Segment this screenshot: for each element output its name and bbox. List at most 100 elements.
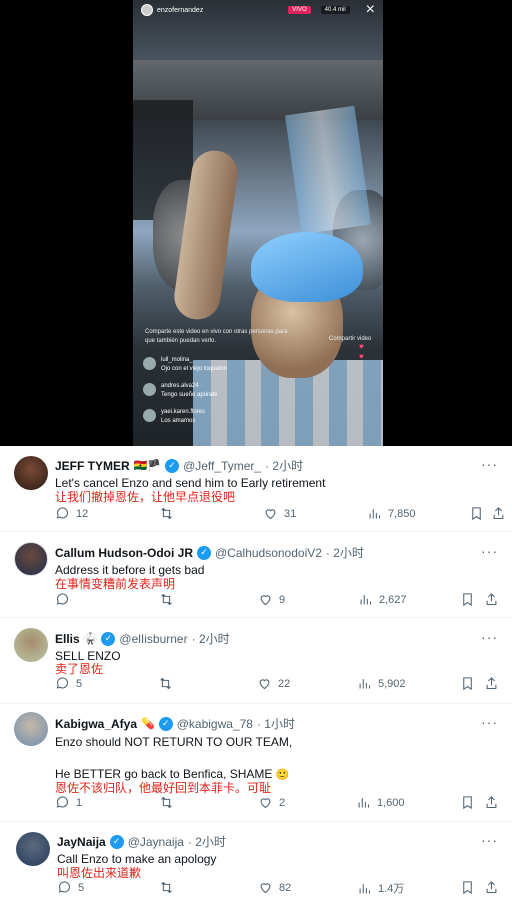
like-button[interactable]: 31 xyxy=(263,506,296,521)
avatar[interactable] xyxy=(14,712,48,746)
reply-button[interactable]: 5 xyxy=(57,880,84,895)
display-name[interactable]: JayNaija xyxy=(57,835,106,849)
views-button[interactable]: 2,627 xyxy=(358,592,407,607)
avatar[interactable] xyxy=(16,832,50,866)
like-button[interactable]: 2 xyxy=(258,795,285,810)
view-count: 2,627 xyxy=(379,593,407,606)
handle[interactable]: @kabigwa_78 xyxy=(177,717,253,731)
retweet-icon xyxy=(161,507,172,520)
avatar[interactable] xyxy=(14,628,48,662)
share-video-button[interactable]: Compartir video xyxy=(329,336,371,342)
chinese-translation: 恩佐不该归队，他最好回到本菲卡。可耻 xyxy=(55,781,272,795)
handle[interactable]: @Jeff_Tymer_ xyxy=(183,459,261,473)
tweet[interactable]: JEFF TYMER 🇬🇭🏴 ✓ @Jeff_Tymer_ · 2小时 ··· … xyxy=(0,446,512,532)
tweet[interactable]: Ellis 🥋 ✓ @elIisburner · 2小时 ··· SELL EN… xyxy=(0,618,512,704)
tweet-actions: 1 2 1,600 xyxy=(55,795,500,813)
more-options-icon[interactable]: ··· xyxy=(481,832,498,848)
share-icon xyxy=(486,677,497,690)
tweet[interactable]: Kabigwa_Afya 💊 ✓ @kabigwa_78 · 1小时 ··· E… xyxy=(0,704,512,822)
more-options-icon[interactable]: ··· xyxy=(481,543,498,559)
handle[interactable]: @CalhudsonodoiV2 xyxy=(215,546,322,560)
avatar[interactable] xyxy=(14,542,48,576)
live-badge: VIVO xyxy=(288,6,311,14)
live-header: enzofernandez VIVO 40.4 mil × xyxy=(133,0,383,20)
views-button[interactable]: 5,902 xyxy=(357,676,406,691)
reply-button[interactable]: 5 xyxy=(55,676,82,691)
share-button[interactable] xyxy=(484,795,499,810)
reply-count: 1 xyxy=(76,796,83,809)
display-name[interactable]: Ellis xyxy=(55,632,80,646)
like-count: 2 xyxy=(279,796,286,809)
viewer-count: 40.4 mil xyxy=(320,6,350,14)
comment-text: Ojo con el viejo toqueton xyxy=(161,366,228,372)
live-comment: lull_molina_ Ojo con el viejo toqueton xyxy=(143,356,303,374)
share-button[interactable] xyxy=(491,506,506,521)
share-button[interactable] xyxy=(484,676,499,691)
reply-button[interactable]: 12 xyxy=(55,506,88,521)
views-button[interactable]: 1,600 xyxy=(356,795,405,810)
like-button[interactable]: 82 xyxy=(258,880,291,895)
share-prompt: Comparte este video en vivo con otras pe… xyxy=(145,329,288,344)
bookmark-button[interactable] xyxy=(460,676,475,691)
display-name[interactable]: Kabigwa_Afya xyxy=(55,717,137,731)
more-options-icon[interactable]: ··· xyxy=(481,629,498,645)
heart-icon xyxy=(260,595,271,606)
more-options-icon[interactable]: ··· xyxy=(481,714,498,730)
views-button[interactable]: 7,850 xyxy=(367,506,416,521)
share-icon xyxy=(486,796,497,809)
views-icon xyxy=(360,595,372,605)
video-frame[interactable]: enzofernandez VIVO 40.4 mil × Comparte e… xyxy=(133,0,383,446)
reply-count: 12 xyxy=(76,507,89,520)
bookmark-icon xyxy=(472,507,481,521)
display-name[interactable]: JEFF TYMER xyxy=(55,459,130,473)
display-name[interactable]: Callum Hudson-Odoi JR xyxy=(55,546,193,560)
timestamp[interactable]: · 2小时 xyxy=(265,457,303,474)
retweet-button[interactable] xyxy=(158,676,173,691)
bookmark-button[interactable] xyxy=(460,795,475,810)
comment-text: Los amamos xyxy=(161,418,196,424)
retweet-button[interactable] xyxy=(159,880,174,895)
tweet-actions: 5 22 5,902 xyxy=(55,676,500,694)
retweet-icon xyxy=(160,677,171,690)
tweet-actions: 5 82 1.4万 xyxy=(57,880,502,898)
avatar[interactable] xyxy=(14,456,48,490)
comment-user: yaei.karen.flores xyxy=(161,409,206,415)
handle[interactable]: @elIisburner xyxy=(119,632,187,646)
timestamp[interactable]: · 2小时 xyxy=(188,833,226,850)
bookmark-button[interactable] xyxy=(460,880,475,895)
retweet-button[interactable] xyxy=(159,592,174,607)
close-icon[interactable]: × xyxy=(366,2,375,18)
verified-icon: ✓ xyxy=(197,545,211,560)
like-count: 9 xyxy=(279,593,286,606)
like-count: 82 xyxy=(279,881,292,894)
heart-icon xyxy=(260,883,271,894)
comment-user: lull_molina_ xyxy=(161,357,193,363)
tweet[interactable]: JayNaija ✓ @Jaynaija · 2小时 ··· Call Enzo… xyxy=(0,822,512,906)
reply-button[interactable]: 1 xyxy=(55,795,82,810)
share-button[interactable] xyxy=(484,880,499,895)
share-icon xyxy=(493,507,504,520)
timestamp[interactable]: · 1小时 xyxy=(257,715,295,732)
streamer-avatar[interactable] xyxy=(141,4,153,16)
streamer-username[interactable]: enzofernandez xyxy=(157,7,284,14)
reply-button[interactable] xyxy=(55,592,70,607)
more-options-icon[interactable]: ··· xyxy=(481,456,498,472)
pill-emoji: 💊 xyxy=(141,718,155,730)
tweet-text: Enzo should NOT RETURN TO OUR TEAM, xyxy=(55,735,293,749)
share-button[interactable] xyxy=(484,592,499,607)
handle[interactable]: @Jaynaija xyxy=(128,835,184,849)
tweet[interactable]: Callum Hudson-Odoi JR ✓ @CalhudsonodoiV2… xyxy=(0,532,512,618)
like-button[interactable]: 22 xyxy=(257,676,290,691)
like-count: 22 xyxy=(278,677,291,690)
timestamp[interactable]: · 2小时 xyxy=(326,544,364,561)
retweet-button[interactable] xyxy=(159,506,174,521)
bookmark-button[interactable] xyxy=(460,592,475,607)
like-count: 31 xyxy=(284,507,297,520)
views-button[interactable]: 1.4万 xyxy=(357,880,404,896)
view-count: 7,850 xyxy=(388,507,416,520)
timestamp[interactable]: · 2小时 xyxy=(192,630,230,647)
retweet-button[interactable] xyxy=(159,795,174,810)
reply-count: 5 xyxy=(76,677,83,690)
like-button[interactable]: 9 xyxy=(258,592,285,607)
bookmark-button[interactable] xyxy=(469,506,484,521)
